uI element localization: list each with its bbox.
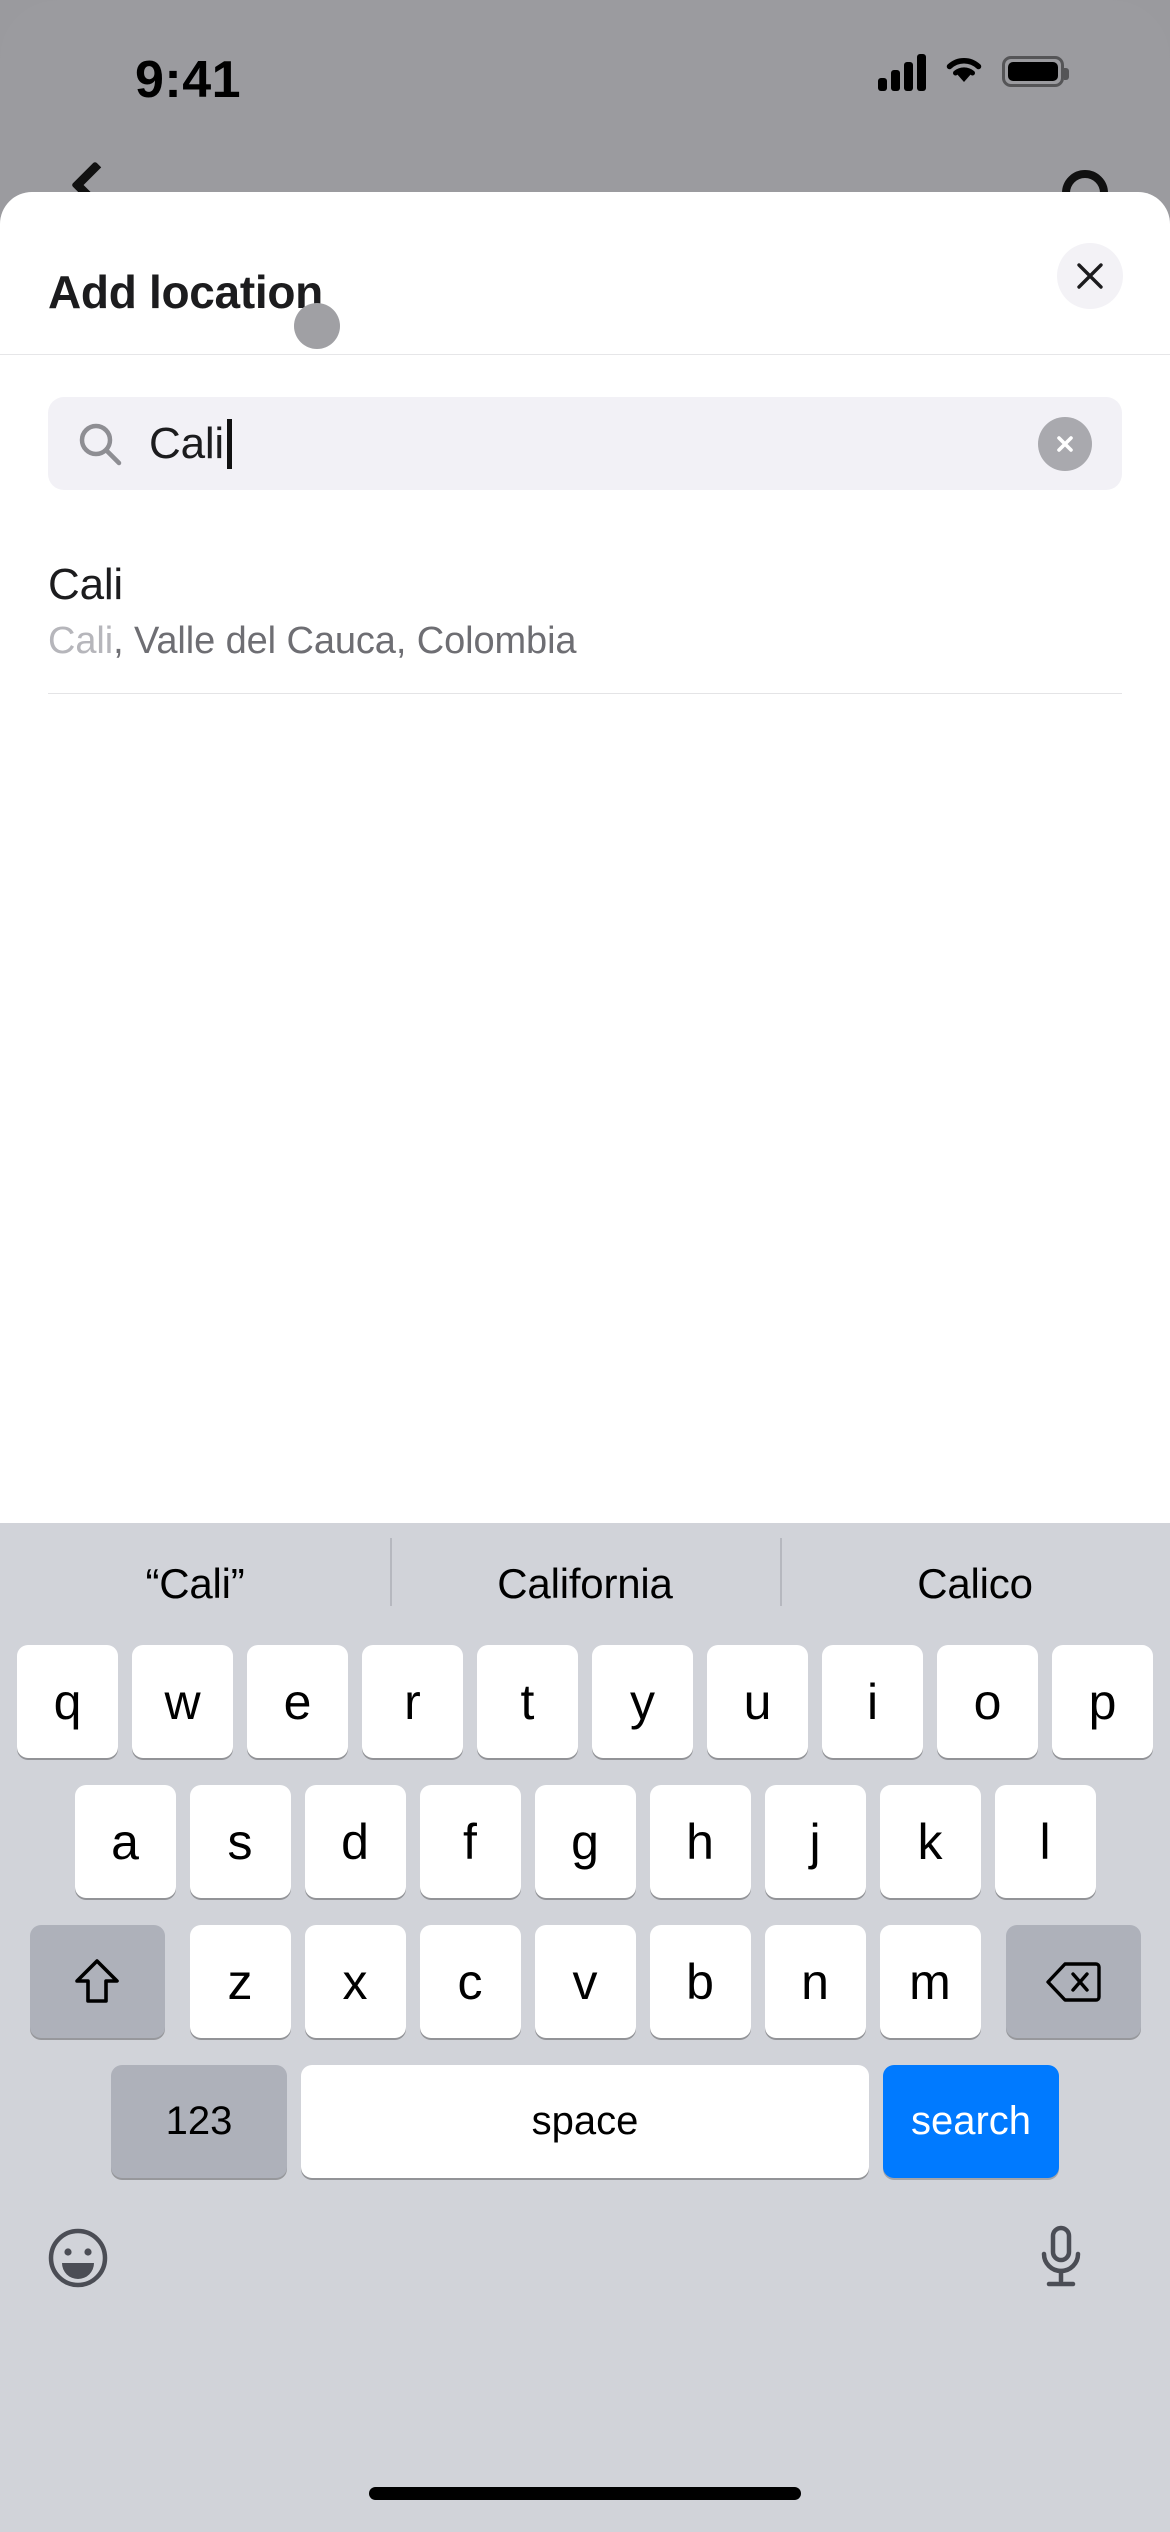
key-q[interactable]: q — [17, 1645, 118, 1758]
search-results-list: Cali Cali, Valle del Cauca, Colombia — [0, 544, 1170, 694]
search-icon — [77, 421, 123, 472]
key-n[interactable]: n — [764, 1925, 866, 2038]
key-y[interactable]: y — [592, 1645, 693, 1758]
sheet-header: Add location — [0, 192, 1170, 355]
key-a[interactable]: a — [74, 1785, 176, 1898]
clear-circle-icon — [1057, 435, 1073, 452]
search-input-value: Cali — [149, 418, 224, 468]
key-s[interactable]: s — [189, 1785, 291, 1898]
status-bar-time: 9:41 — [135, 51, 242, 109]
status-bar: 9:41 — [0, 0, 1170, 145]
result-title: Cali — [48, 560, 123, 609]
key-m[interactable]: m — [879, 1925, 981, 2038]
key-g[interactable]: g — [534, 1785, 636, 1898]
key-c[interactable]: c — [419, 1925, 521, 2038]
close-button[interactable] — [1057, 243, 1123, 309]
keyboard-bottom-bar — [0, 2198, 1170, 2348]
search-field-container: Cali — [48, 397, 1122, 490]
status-bar-indicators — [878, 52, 1069, 91]
key-j[interactable]: j — [764, 1785, 866, 1898]
backspace-key[interactable] — [1005, 1925, 1141, 2038]
keyboard-row-3: z x c v b n m — [0, 1925, 1170, 2038]
suggestion-first[interactable]: California — [390, 1538, 780, 1608]
key-d[interactable]: d — [304, 1785, 406, 1898]
search-input-value-wrap: Cali — [149, 418, 232, 469]
key-p[interactable]: p — [1052, 1645, 1153, 1758]
key-i[interactable]: i — [822, 1645, 923, 1758]
result-subtitle-rest: , Valle del Cauca, Colombia — [113, 619, 577, 662]
emoji-key[interactable] — [46, 2226, 110, 2290]
search-input[interactable]: Cali — [48, 397, 1122, 490]
key-b[interactable]: b — [649, 1925, 751, 2038]
result-subtitle-match: Cali — [48, 619, 114, 662]
wifi-icon — [942, 52, 986, 91]
delete-left-icon — [1046, 1961, 1101, 2002]
result-subtitle: Cali, Valle del Cauca, Colombia — [48, 620, 1122, 663]
key-v[interactable]: v — [534, 1925, 636, 2038]
page-title: Add location — [48, 266, 323, 318]
suggestion-second[interactable]: Calico — [780, 1538, 1170, 1608]
onscreen-keyboard: “Cali” California Calico q w e r t y u i… — [0, 1523, 1170, 2532]
keyboard-suggestion-bar: “Cali” California Calico — [0, 1523, 1170, 1645]
home-indicator — [369, 2487, 801, 2500]
text-cursor — [227, 418, 232, 469]
microphone-icon — [1041, 2225, 1081, 2287]
touch-indicator — [294, 303, 340, 349]
key-z[interactable]: z — [189, 1925, 291, 2038]
key-e[interactable]: e — [247, 1645, 348, 1758]
keyboard-row-1: q w e r t y u i o p — [0, 1645, 1170, 1758]
battery-full-icon — [1002, 56, 1069, 87]
key-f[interactable]: f — [419, 1785, 521, 1898]
key-o[interactable]: o — [937, 1645, 1038, 1758]
key-t[interactable]: t — [477, 1645, 578, 1758]
key-w[interactable]: w — [132, 1645, 233, 1758]
shift-arrow-up-icon — [75, 1958, 119, 2003]
shift-key[interactable] — [29, 1925, 165, 2038]
clear-search-button[interactable] — [1038, 416, 1092, 471]
numeric-key[interactable]: 123 — [111, 2065, 287, 2178]
key-l[interactable]: l — [994, 1785, 1096, 1898]
suggestion-quoted[interactable]: “Cali” — [0, 1560, 390, 1608]
cellular-bars-icon — [878, 53, 926, 91]
dictation-key[interactable] — [1035, 2224, 1087, 2292]
keyboard-row-4: 123 space search — [0, 2065, 1170, 2178]
emoji-smiley-icon — [48, 2228, 108, 2288]
list-item[interactable]: Cali Cali, Valle del Cauca, Colombia — [48, 544, 1122, 694]
key-u[interactable]: u — [707, 1645, 808, 1758]
keyboard-row-2: a s d f g h j k l — [0, 1785, 1170, 1898]
iphone-screen: 9:41 Add location Cali Cali Cali, Valle … — [0, 0, 1170, 2532]
space-key[interactable]: space — [301, 2065, 869, 2178]
key-r[interactable]: r — [362, 1645, 463, 1758]
key-h[interactable]: h — [649, 1785, 751, 1898]
search-return-key[interactable]: search — [883, 2065, 1059, 2178]
key-k[interactable]: k — [879, 1785, 981, 1898]
key-x[interactable]: x — [304, 1925, 406, 2038]
close-icon — [1077, 263, 1103, 289]
